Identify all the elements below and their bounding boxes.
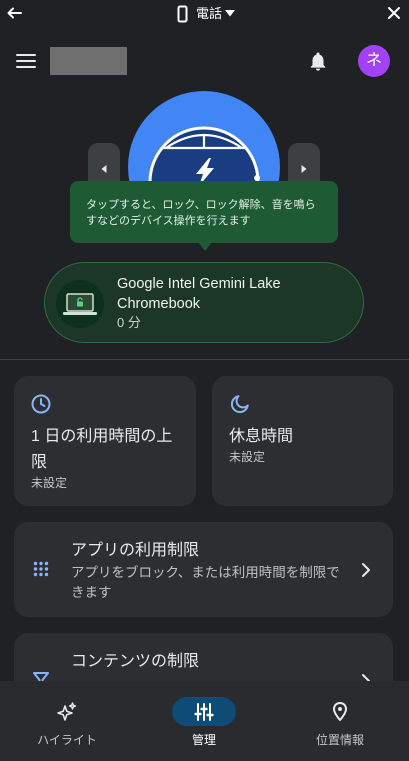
nav-pill-manage [172,697,236,726]
device-info: Google Intel Gemini Lake Chromebook 0 分 [117,274,332,332]
downtime-card[interactable]: 休息時間 未設定 [212,376,393,506]
tune-icon [194,702,214,721]
device-usage: 0 分 [117,315,141,330]
nav-label-manage: 管理 [191,733,216,747]
arrow-left-icon [7,7,22,19]
chevron-right-icon [362,563,370,577]
device-card[interactable]: Google Intel Gemini Lake Chromebook 0 分 [44,262,364,343]
close-icon [388,7,400,19]
child-name-redacted[interactable] [50,47,127,75]
daily-limit-card[interactable]: 1 日の利用時間の上限 未設定 [14,376,196,506]
downtime-title: 休息時間 [229,428,294,445]
tooltip-pointer [198,242,212,251]
nav-label-highlights: ハイライト [37,733,97,747]
daily-limit-title: 1 日の利用時間の上限 [31,428,173,471]
nav-item-location[interactable]: 位置情報 [273,697,407,748]
chevron-left-icon [101,165,107,173]
bell-icon [310,52,326,71]
device-type-dropdown[interactable]: 電話 [175,4,239,24]
notifications-button[interactable] [308,51,328,71]
phone-icon [177,5,188,23]
location-pin-icon [333,701,347,721]
back-button[interactable] [6,5,24,21]
nav-label-location: 位置情報 [315,733,364,747]
daily-limit-text: 1 日の利用時間の上限 未設定 [31,424,180,490]
laptop-icon [63,293,97,315]
close-button[interactable] [386,5,402,21]
section-divider [0,359,409,360]
apps-grid-icon [33,561,49,577]
hamburger-menu-icon [16,54,36,68]
daily-limit-status: 未設定 [31,476,68,490]
device-name: Google Intel Gemini Lake Chromebook [117,276,281,312]
downtime-text: 休息時間 未設定 [229,424,377,464]
dropdown-triangle-icon [225,10,235,17]
downtime-status: 未設定 [229,450,266,464]
nav-pill-location [308,697,372,726]
app-limits-subtitle: アプリをブロック、または利用時間を制限できます [71,565,340,600]
device-type-label: 電話 [196,6,223,21]
chevron-right-icon [301,165,307,173]
clock-icon [31,394,51,414]
family-link-screen: 電話 ネ タップすると、ロック、ロック解除、音を鳴らすなどのデバイス操作を行えま… [0,0,409,761]
device-controls-tooltip: タップすると、ロック、ロック解除、音を鳴らすなどのデバイス操作を行えます [70,181,338,243]
app-limits-card[interactable]: アプリの利用制限 アプリをブロック、または利用時間を制限できます [14,522,393,617]
nav-item-highlights[interactable]: ハイライト [0,697,134,748]
nav-pill-highlights [35,697,99,726]
content-restrictions-title: コンテンツの制限 [71,653,200,670]
sparkle-icon [57,701,77,721]
menu-button[interactable] [16,53,36,69]
device-icon-circle [56,280,104,328]
tooltip-text: タップすると、ロック、ロック解除、音を鳴らすなどのデバイス操作を行えます [86,199,316,227]
moon-icon [230,395,249,414]
window-bar: 電話 [0,0,409,27]
nav-item-manage[interactable]: 管理 [137,697,271,748]
app-limits-title: アプリの利用制限 [71,542,200,559]
avatar[interactable]: ネ [358,45,390,77]
